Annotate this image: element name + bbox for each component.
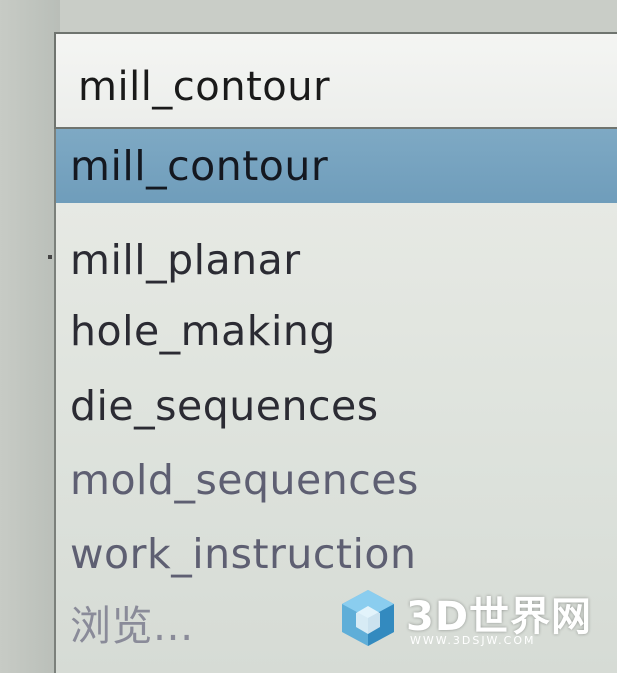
watermark: 3D世界网 WWW.3DSJW.COM (336, 582, 606, 662)
cube-logo-icon (342, 590, 394, 646)
combobox-value: mill_contour (78, 64, 331, 110)
list-item-work-instruction[interactable]: work_instruction (56, 517, 617, 591)
list-item-mill-contour[interactable]: mill_contour (56, 129, 617, 203)
list-item-mill-planar[interactable]: mill_planar (56, 223, 617, 297)
background-left (0, 0, 60, 673)
template-combobox[interactable]: mill_contour (54, 32, 617, 129)
list-marker (48, 255, 52, 259)
list-item-die-sequences[interactable]: die_sequences (56, 369, 617, 443)
watermark-url: WWW.3DSJW.COM (410, 634, 536, 647)
list-item-mold-sequences[interactable]: mold_sequences (56, 443, 617, 517)
list-item-hole-making[interactable]: hole_making (56, 294, 617, 368)
background-top (0, 0, 617, 32)
